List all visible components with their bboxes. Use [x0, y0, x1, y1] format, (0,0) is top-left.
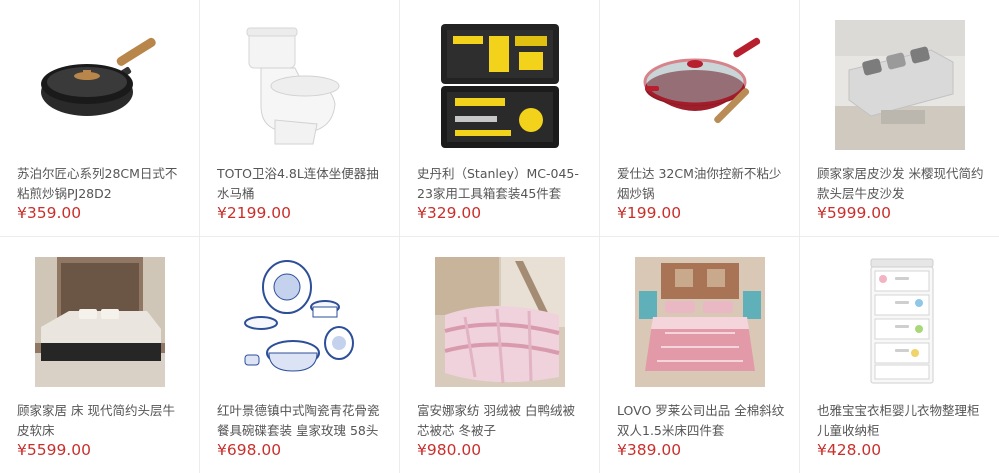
toolbox-icon[interactable] — [435, 20, 565, 150]
product-card[interactable]: 红叶景德镇中式陶瓷青花骨瓷餐具碗碟套装 皇家玫瑰 58头 ¥698.00 — [200, 237, 400, 473]
product-price: ¥428.00 — [817, 441, 882, 459]
sofa-icon[interactable] — [835, 20, 965, 150]
product-price: ¥980.00 — [417, 441, 482, 459]
product-price: ¥5599.00 — [17, 441, 91, 459]
product-grid: 苏泊尔匠心系列28CM日式不粘煎炒锅PJ28D2 ¥359.00 TOTO卫浴4… — [0, 0, 999, 473]
product-name[interactable]: 富安娜家纺 羽绒被 白鸭绒被芯被芯 冬被子 — [417, 401, 585, 441]
porcelain-set-icon[interactable] — [235, 257, 365, 387]
product-card[interactable]: 苏泊尔匠心系列28CM日式不粘煎炒锅PJ28D2 ¥359.00 — [0, 0, 200, 237]
product-name[interactable]: TOTO卫浴4.8L连体坐便器抽水马桶 — [217, 164, 385, 204]
product-price: ¥5999.00 — [817, 204, 891, 222]
product-name[interactable]: 红叶景德镇中式陶瓷青花骨瓷餐具碗碟套装 皇家玫瑰 58头 — [217, 401, 385, 441]
product-price: ¥329.00 — [417, 204, 482, 222]
bed-icon[interactable] — [35, 257, 165, 387]
product-price: ¥199.00 — [617, 204, 682, 222]
product-name[interactable]: 苏泊尔匠心系列28CM日式不粘煎炒锅PJ28D2 — [17, 164, 185, 204]
bedding-set-icon[interactable] — [635, 257, 765, 387]
product-name[interactable]: 顾家家居皮沙发 米樱现代简约款头层牛皮沙发 — [817, 164, 985, 204]
product-price: ¥359.00 — [17, 204, 82, 222]
product-price: ¥2199.00 — [217, 204, 291, 222]
wok-lid-icon[interactable] — [635, 20, 765, 150]
quilt-icon[interactable] — [435, 257, 565, 387]
product-name[interactable]: 爱仕达 32CM油你控新不粘少烟炒锅 — [617, 164, 785, 204]
product-card[interactable]: 史丹利（Stanley）MC-045-23家用工具箱套装45件套 ¥329.00 — [400, 0, 600, 237]
product-name[interactable]: 史丹利（Stanley）MC-045-23家用工具箱套装45件套 — [417, 164, 585, 204]
product-name[interactable]: 顾家家居 床 现代简约头层牛皮软床 — [17, 401, 185, 441]
toilet-icon[interactable] — [235, 20, 365, 150]
product-name[interactable]: 也雅宝宝衣柜婴儿衣物整理柜儿童收纳柜 — [817, 401, 985, 441]
product-name[interactable]: LOVO 罗莱公司出品 全棉斜纹双人1.5米床四件套 — [617, 401, 785, 441]
product-card[interactable]: 也雅宝宝衣柜婴儿衣物整理柜儿童收纳柜 ¥428.00 — [800, 237, 999, 473]
product-card[interactable]: TOTO卫浴4.8L连体坐便器抽水马桶 ¥2199.00 — [200, 0, 400, 237]
product-price: ¥698.00 — [217, 441, 282, 459]
product-price: ¥389.00 — [617, 441, 682, 459]
storage-cabinet-icon[interactable] — [835, 257, 965, 387]
product-card[interactable]: 富安娜家纺 羽绒被 白鸭绒被芯被芯 冬被子 ¥980.00 — [400, 237, 600, 473]
product-card[interactable]: 顾家家居 床 现代简约头层牛皮软床 ¥5599.00 — [0, 237, 200, 473]
product-card[interactable]: 顾家家居皮沙发 米樱现代简约款头层牛皮沙发 ¥5999.00 — [800, 0, 999, 237]
wok-pan-icon[interactable] — [35, 20, 165, 150]
product-card[interactable]: LOVO 罗莱公司出品 全棉斜纹双人1.5米床四件套 ¥389.00 — [600, 237, 800, 473]
product-card[interactable]: 爱仕达 32CM油你控新不粘少烟炒锅 ¥199.00 — [600, 0, 800, 237]
